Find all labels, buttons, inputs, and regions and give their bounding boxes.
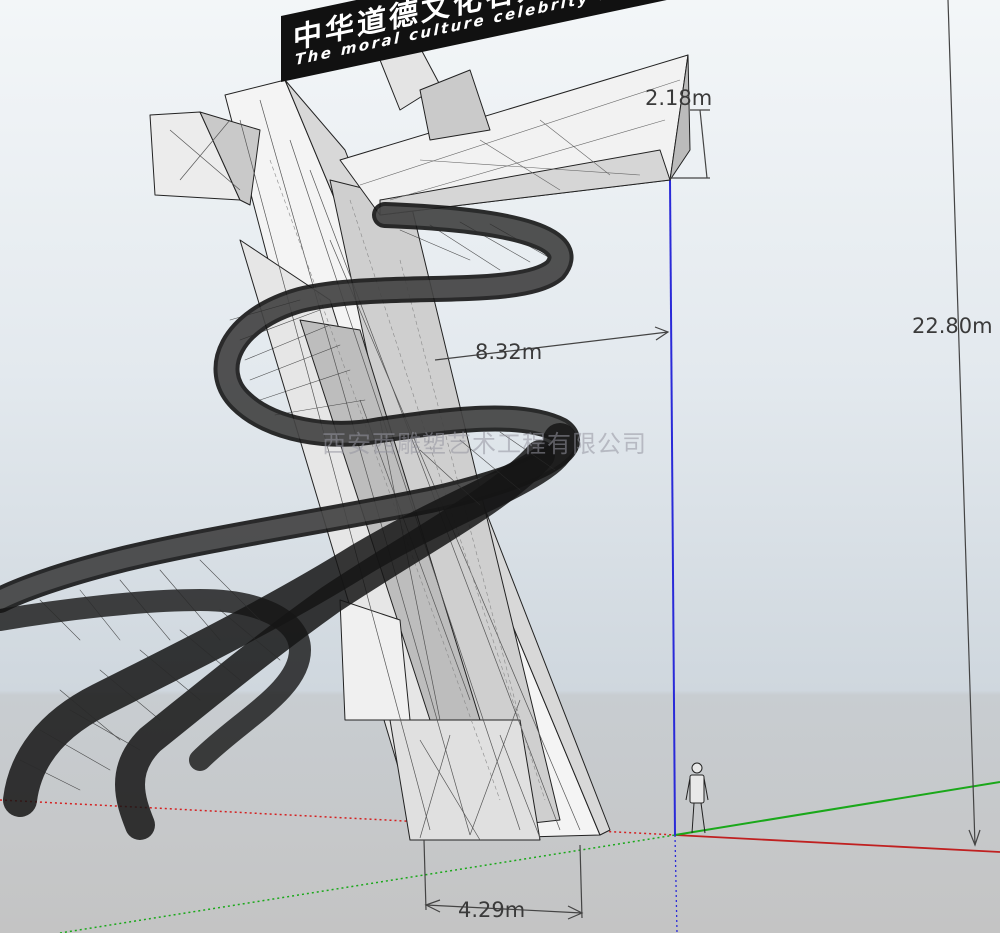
dimension-top-offset[interactable]: 2.18m xyxy=(645,86,712,110)
red-axis-line-solid xyxy=(674,834,1000,853)
scale-figure-icon xyxy=(685,762,709,834)
dimension-base-width[interactable]: 4.29m xyxy=(458,898,525,922)
green-axis-solid xyxy=(674,781,1000,836)
company-watermark: 西安西雕塑艺术工程有限公司 xyxy=(322,430,647,458)
sketchup-viewport[interactable]: 中华道德文化名人主题公园 The moral culture celebrity… xyxy=(0,0,1000,933)
dimension-arm-reach[interactable]: 8.32m xyxy=(475,340,542,364)
blue-axis-dotted xyxy=(674,834,678,933)
dimension-total-height[interactable]: 22.80m xyxy=(912,314,993,338)
model-scene xyxy=(0,0,1000,933)
sculpture-arm[interactable] xyxy=(339,37,691,216)
green-axis-dotted xyxy=(59,834,676,933)
blue-axis-line xyxy=(669,179,676,836)
